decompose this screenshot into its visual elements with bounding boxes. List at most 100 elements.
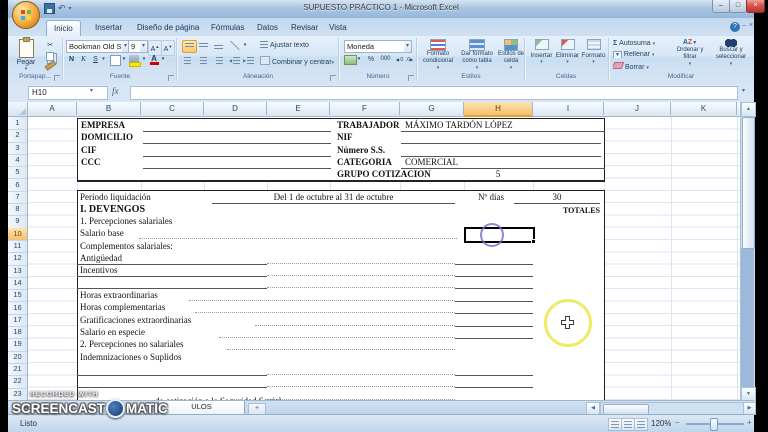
insert-function-icon[interactable] <box>112 86 119 96</box>
scroll-up-icon[interactable] <box>741 102 756 117</box>
percent-style-button[interactable]: % <box>365 54 377 65</box>
workbook-close-icon[interactable] <box>749 22 753 29</box>
sheet-row[interactable] <box>77 277 604 289</box>
row-header-3[interactable]: 3 <box>8 142 27 155</box>
sheet-row[interactable]: Horas complementarias <box>77 302 604 314</box>
row-header-20[interactable]: 20 <box>8 351 27 364</box>
format-painter-icon[interactable] <box>45 60 57 70</box>
formula-input[interactable] <box>130 86 738 100</box>
column-header-b[interactable]: B <box>77 102 141 115</box>
dias-value[interactable]: 30 <box>514 192 600 204</box>
domicilio-value[interactable] <box>143 132 331 144</box>
column-header-h[interactable]: H <box>464 102 533 117</box>
font-name-combo[interactable]: Bookman Old St <box>66 40 130 53</box>
delete-cells-button[interactable]: Eliminar <box>555 39 580 66</box>
orientation-dropdown-icon[interactable] <box>242 40 248 51</box>
help-icon[interactable] <box>730 22 740 32</box>
align-right-button[interactable] <box>212 55 225 66</box>
workbook-minimize-icon[interactable] <box>742 22 746 29</box>
next-sheet-icon[interactable] <box>34 404 39 411</box>
sheet-row[interactable]: Salario en especie <box>77 327 604 339</box>
number-dialog-launcher-icon[interactable] <box>408 75 414 81</box>
font-dialog-launcher-icon[interactable] <box>168 75 174 81</box>
row-header-2[interactable]: 2 <box>8 129 27 142</box>
format-as-table-button[interactable]: Dar formato como tabla <box>458 39 496 72</box>
align-bottom-button[interactable] <box>212 40 225 51</box>
find-select-button[interactable]: Buscar y seleccionar <box>711 39 751 68</box>
categoria-value[interactable]: COMERCIAL <box>401 157 605 169</box>
trabajador-value[interactable]: MÁXIMO TARDÓN LÓPEZ <box>401 120 605 132</box>
column-header-e[interactable]: E <box>267 102 330 115</box>
sheet-row[interactable]: 2. Percepciones no salariales <box>77 339 604 351</box>
zoom-out-icon[interactable] <box>675 418 680 427</box>
sheet-row[interactable]: Gratificaciones extraordinarias <box>77 315 604 327</box>
borders-icon[interactable] <box>110 55 121 66</box>
row-header-22[interactable]: 22 <box>8 375 27 388</box>
fill-color-dropdown-icon[interactable] <box>141 54 147 65</box>
name-box-dropdown-icon[interactable] <box>90 87 93 94</box>
periodo-value[interactable]: Del 1 de octubre al 31 de octubre <box>212 192 455 204</box>
numero-ss-value[interactable] <box>401 145 601 157</box>
align-center-button[interactable] <box>197 55 210 66</box>
sheet-row[interactable] <box>77 376 604 388</box>
fill-button[interactable]: Rellenar <box>613 51 654 58</box>
maximize-button[interactable] <box>729 0 747 13</box>
autosum-button[interactable]: Autosuma <box>613 40 655 47</box>
row-header-9[interactable]: 9 <box>8 215 27 228</box>
row-header-8[interactable]: 8 <box>8 203 27 216</box>
bold-button[interactable]: N <box>66 54 77 65</box>
row-header-11[interactable]: 11 <box>8 240 27 253</box>
ccc-value[interactable] <box>143 157 331 169</box>
close-button[interactable] <box>746 0 765 13</box>
column-header-c[interactable]: C <box>141 102 204 115</box>
tab-insertar[interactable]: Insertar <box>88 20 129 36</box>
name-box[interactable]: H10 <box>28 86 108 100</box>
first-sheet-icon[interactable] <box>14 404 19 411</box>
row-header-1[interactable]: 1 <box>8 117 27 130</box>
formula-bar-expand-icon[interactable] <box>742 87 745 94</box>
prev-sheet-icon[interactable] <box>24 404 29 411</box>
column-header-i[interactable]: I <box>533 102 604 115</box>
accounting-dropdown-icon[interactable] <box>356 54 362 65</box>
wrap-text-button[interactable]: Ajustar texto <box>260 41 309 49</box>
row-header-17[interactable]: 17 <box>8 314 27 327</box>
tab-vista[interactable]: Vista <box>322 20 354 36</box>
align-left-button[interactable] <box>182 55 195 66</box>
column-header-j[interactable]: J <box>604 102 671 115</box>
row-header-21[interactable]: 21 <box>8 363 27 376</box>
row-header-16[interactable]: 16 <box>8 302 27 315</box>
font-size-combo[interactable]: 9 <box>128 40 148 53</box>
active-sheet-tab[interactable]: ULOS <box>158 401 245 415</box>
column-header-f[interactable]: F <box>330 102 400 115</box>
align-top-button[interactable] <box>182 40 197 53</box>
column-header-a[interactable]: A <box>28 102 77 115</box>
row-header-15[interactable]: 15 <box>8 289 27 302</box>
vertical-scroll-thumb[interactable] <box>742 117 755 249</box>
column-header-k[interactable]: K <box>671 102 737 115</box>
grupo-cotizacion-value[interactable]: 5 <box>468 169 528 179</box>
increase-decimal-button[interactable]: .0 <box>395 54 404 66</box>
tab-formulas[interactable]: Fórmulas <box>204 20 251 36</box>
italic-button[interactable]: K <box>78 54 89 65</box>
sheet-row[interactable]: Antigüedad <box>77 253 604 265</box>
last-sheet-icon[interactable] <box>44 404 49 411</box>
format-cells-button[interactable]: Formato <box>581 39 606 66</box>
row-header-12[interactable]: 12 <box>8 252 27 265</box>
row-header-13[interactable]: 13 <box>8 265 27 278</box>
row-header-10[interactable]: 10 <box>8 228 27 241</box>
merge-center-button[interactable]: Combinar y centrar <box>260 56 334 66</box>
column-header-g[interactable]: G <box>400 102 464 115</box>
minimize-button[interactable] <box>712 0 730 13</box>
sort-filter-button[interactable]: AZ Ordenar y filtrar <box>670 39 710 68</box>
periodo-row[interactable]: Periodo liquidación Del 1 de octubre al … <box>77 192 604 204</box>
decrease-indent-button[interactable] <box>229 55 241 66</box>
sheet-area[interactable]: EMPRESA TRABAJADOR MÁXIMO TARDÓN LÓPEZ D… <box>28 117 740 400</box>
cell-styles-button[interactable]: Estilos de celda <box>498 39 524 72</box>
clipboard-dialog-launcher-icon[interactable] <box>54 75 60 81</box>
normal-view-button[interactable] <box>608 418 622 431</box>
decrease-decimal-button[interactable]: .0 <box>405 54 414 66</box>
tab-diseno-de-pagina[interactable]: Diseño de página <box>130 20 206 36</box>
insert-cells-button[interactable]: Insertar <box>529 39 554 66</box>
row-header-4[interactable]: 4 <box>8 154 27 167</box>
font-color-dropdown-icon[interactable] <box>160 54 166 65</box>
